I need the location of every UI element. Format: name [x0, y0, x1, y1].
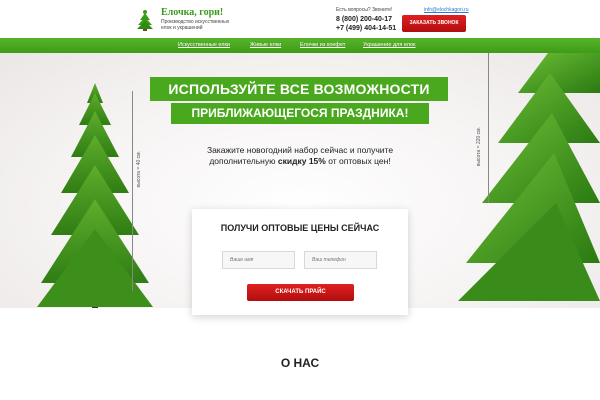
offer-text-line-2: дополнительную скидку 15% от оптовых цен… — [170, 156, 430, 166]
hero-headline-1: ИСПОЛЬЗУЙТЕ ВСЕ ВОЗМОЖНОСТИ — [150, 77, 448, 101]
wholesale-price-form: ПОЛУЧИ ОПТОВЫЕ ЦЕНЫ СЕЙЧАС СКАЧАТЬ ПРАЙС — [192, 209, 408, 315]
phone-input[interactable] — [304, 251, 377, 269]
christmas-tree-icon[interactable] — [134, 9, 156, 31]
phone-number-1[interactable]: 8 (800) 200-40-17 — [336, 16, 392, 23]
discount-highlight: скидку 15% — [277, 156, 326, 166]
form-title: ПОЛУЧИ ОПТОВЫЕ ЦЕНЫ СЕЙЧАС — [220, 223, 380, 233]
logo-title[interactable]: Елочка, гори! — [161, 7, 223, 18]
contact-question: Есть вопросы? Звоните! — [336, 7, 393, 13]
christmas-tree-image — [37, 83, 153, 308]
offer-text-line-1: Закажите новогодний набор сейчас и получ… — [206, 145, 394, 155]
nav-item-tree-decorations[interactable]: Украшение для елок — [363, 38, 415, 53]
name-input[interactable] — [222, 251, 295, 269]
nav-item-live-trees[interactable]: Живые елки — [250, 38, 281, 53]
download-price-button[interactable]: СКАЧАТЬ ПРАЙС — [247, 284, 354, 301]
height-measure-line-left — [132, 91, 133, 291]
christmas-tree-image — [458, 53, 600, 301]
logo-subtitle: Производство искусственных елок и украше… — [161, 19, 230, 31]
site-header: Елочка, гори! Производство искусственных… — [0, 0, 600, 38]
height-label-left: высота = 40 см. — [136, 151, 142, 188]
nav-item-artificial-trees[interactable]: Искусственные елки — [178, 38, 230, 53]
hero-headline-2: ПРИБЛИЖАЮЩЕГОСЯ ПРАЗДНИКА! — [171, 103, 429, 124]
phone-number-2[interactable]: +7 (499) 404-14-51 — [336, 25, 396, 32]
nav-item-candy-trees[interactable]: Елочки из конфет — [300, 38, 345, 53]
main-nav: Искусственные елки Живые елки Елочки из … — [0, 38, 600, 53]
email-link[interactable]: info@elochkagori.ru — [424, 7, 469, 13]
offer-suffix: от оптовых цен! — [328, 156, 391, 166]
height-label-right: высота = 220 см. — [476, 127, 482, 167]
height-measure-line-right — [488, 53, 489, 203]
offer-prefix: дополнительную — [209, 156, 276, 166]
about-section-title: О НАС — [280, 356, 320, 370]
order-call-button[interactable]: ЗАКАЗАТЬ ЗВОНОК — [402, 15, 466, 32]
